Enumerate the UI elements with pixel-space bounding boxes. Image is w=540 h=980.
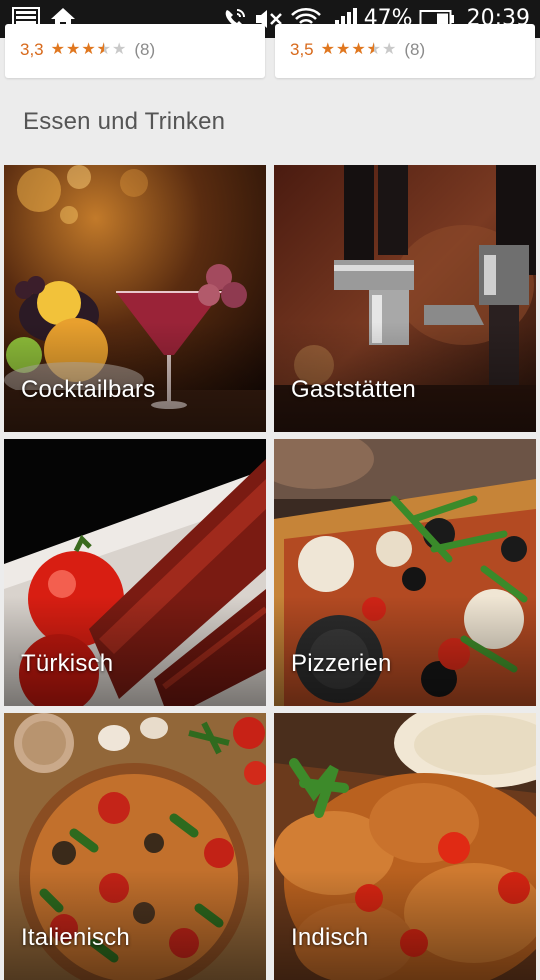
star-icon: ★: [320, 41, 335, 58]
tile-label: Italienisch: [21, 924, 130, 951]
rating-row: 3,3 ★ ★ ★ ★ ★ (8): [20, 40, 155, 60]
half-star-icon: ★: [97, 42, 111, 59]
category-tile-pizzerien[interactable]: Pizzerien: [274, 439, 536, 706]
rating-value: 3,5: [290, 40, 314, 59]
tile-label: Pizzerien: [291, 650, 392, 677]
section-title: Essen und Trinken: [23, 108, 226, 135]
half-star-icon: ★: [367, 42, 381, 59]
place-card[interactable]: 3,5 ★ ★ ★ ★ ★ (8): [275, 24, 535, 78]
tile-label: Gaststätten: [291, 376, 416, 403]
rating-stars: ★ ★ ★ ★ ★: [320, 41, 397, 59]
category-tile-tuerkisch[interactable]: Türkisch: [4, 439, 266, 706]
star-icon: ★: [65, 41, 81, 58]
category-tile-gaststaetten[interactable]: Gaststätten: [274, 165, 536, 432]
category-tile-italienisch[interactable]: Italienisch: [4, 713, 266, 980]
tile-label: Türkisch: [21, 650, 114, 677]
review-count: (8): [134, 40, 156, 59]
place-card[interactable]: 3,3 ★ ★ ★ ★ ★ (8): [5, 24, 265, 78]
rating-stars: ★ ★ ★ ★ ★: [50, 41, 127, 59]
star-icon: ★: [351, 41, 366, 58]
rating-row: 3,5 ★ ★ ★ ★ ★ (8): [290, 40, 425, 60]
star-icon: ★: [81, 41, 96, 58]
rating-value: 3,3: [20, 40, 44, 59]
tile-label: Indisch: [291, 924, 369, 951]
star-icon: ★: [112, 41, 127, 58]
star-icon: ★: [335, 41, 351, 58]
tile-label: Cocktailbars: [21, 376, 156, 403]
star-icon: ★: [382, 41, 397, 58]
star-icon: ★: [50, 41, 65, 58]
review-count: (8): [404, 40, 426, 59]
category-tile-cocktailbars[interactable]: Cocktailbars: [4, 165, 266, 432]
category-tile-indisch[interactable]: Indisch: [274, 713, 536, 980]
